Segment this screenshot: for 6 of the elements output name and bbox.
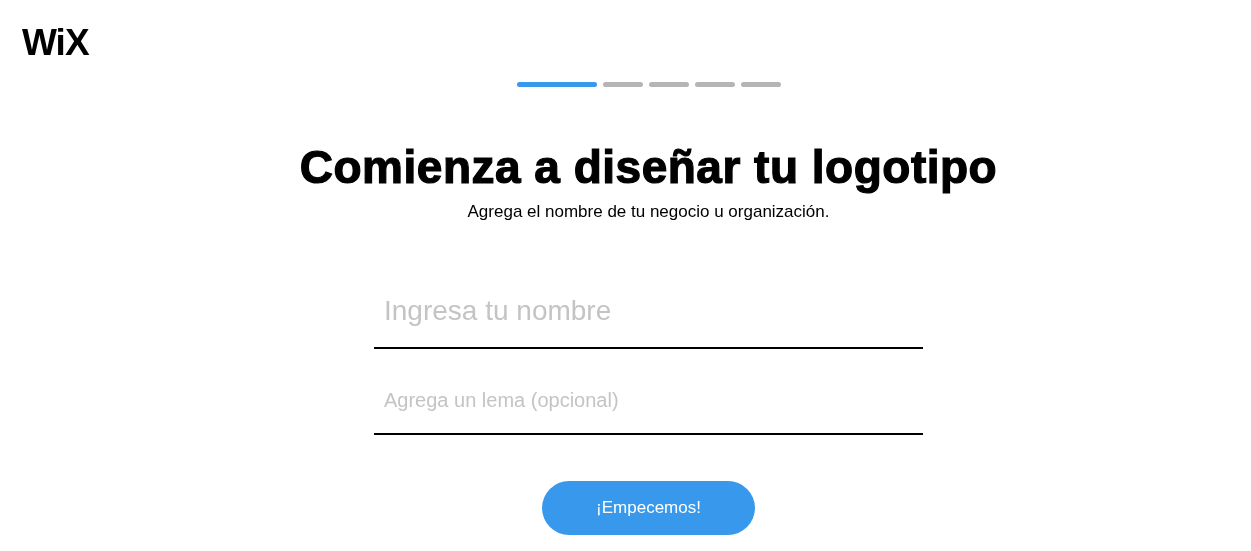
page-title: Comienza a diseñar tu logotipo <box>299 140 998 195</box>
name-field[interactable]: Ingresa tu nombre <box>374 275 923 349</box>
subtitle: Agrega el nombre de tu negocio u organización. <box>467 201 830 223</box>
wix-logo: WiX <box>22 24 89 62</box>
slogan-field[interactable]: Agrega un lema (opcional) <box>374 349 923 435</box>
start-button[interactable]: ¡Empecemos! <box>542 481 755 535</box>
